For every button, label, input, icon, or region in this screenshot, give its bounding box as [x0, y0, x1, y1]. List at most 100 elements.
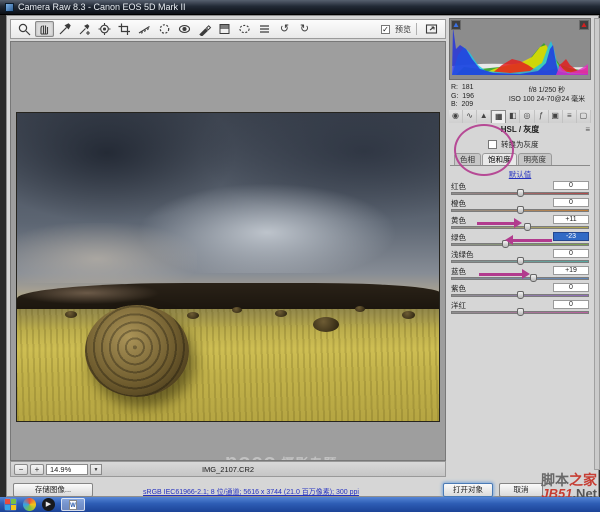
- panel-title: HSL / 灰度: [449, 124, 591, 136]
- hay-bale: [65, 311, 77, 318]
- rgb-readout: R: 181 G: 196 B: 209: [451, 84, 503, 110]
- preview-checkbox[interactable]: ✓: [381, 25, 390, 34]
- fullscreen-toggle-icon[interactable]: [422, 21, 441, 37]
- toolbar-right-group: ✓ 预览: [381, 21, 441, 37]
- slider-magenta-handle[interactable]: [517, 308, 524, 316]
- grayscale-checkbox[interactable]: [488, 140, 497, 149]
- camera-raw-dialog: ↺ ↻ ✓ 预览: [6, 15, 599, 497]
- spot-removal-tool-icon[interactable]: [155, 21, 174, 37]
- iso-lens-label: ISO 100 24-70@24 毫米: [504, 95, 590, 104]
- straighten-tool-icon[interactable]: [135, 21, 154, 37]
- poco-watermark: poco 摄影专题 http://photo.poco.cn/: [225, 452, 385, 461]
- panel-menu-icon[interactable]: ≡: [585, 124, 590, 136]
- filename-label: IMG_2107.CR2: [202, 465, 254, 474]
- slider-green: 绿色 -23: [450, 232, 590, 249]
- browser-icon[interactable]: [23, 498, 36, 511]
- saturation-sliders: 红色 0 橙色 0 黄色 +11 绿色 -23: [450, 181, 590, 317]
- open-object-button[interactable]: 打开对象: [443, 483, 493, 497]
- subtab-luminance[interactable]: 明亮度: [518, 153, 553, 165]
- subtab-saturation[interactable]: 饱和度: [482, 153, 517, 165]
- hay-bale-medium: [313, 317, 339, 332]
- crop-tool-icon[interactable]: [115, 21, 134, 37]
- slider-yellow-handle[interactable]: [524, 223, 531, 231]
- preview-checkbox-label: 预览: [395, 24, 411, 35]
- zoom-tool-icon[interactable]: [15, 21, 34, 37]
- save-image-button[interactable]: 存储图像...: [13, 483, 93, 497]
- slider-blue: 蓝色 +19: [450, 266, 590, 283]
- media-player-icon[interactable]: ▶: [42, 498, 55, 511]
- slider-aqua-handle[interactable]: [517, 257, 524, 265]
- slider-yellow-value[interactable]: +11: [553, 215, 589, 224]
- zoom-in-button[interactable]: +: [30, 464, 44, 475]
- preferences-button-icon[interactable]: [255, 21, 274, 37]
- tab-tone-curve[interactable]: ∿: [463, 110, 477, 123]
- slider-purple-value[interactable]: 0: [553, 283, 589, 292]
- hay-bale: [275, 310, 287, 317]
- window-titlebar[interactable]: Camera Raw 8.3 - Canon EOS 5D Mark II: [0, 0, 600, 15]
- grass-field: [17, 309, 440, 422]
- slider-magenta: 洋红 0: [450, 300, 590, 317]
- slider-red: 红色 0: [450, 181, 590, 198]
- targeted-adjustment-tool-icon[interactable]: [95, 21, 114, 37]
- slider-aqua-value[interactable]: 0: [553, 249, 589, 258]
- slider-orange-value[interactable]: 0: [553, 198, 589, 207]
- tab-split-toning[interactable]: ◧: [506, 110, 520, 123]
- color-sampler-tool-icon[interactable]: [75, 21, 94, 37]
- zoom-strip: − + 14.9% ▼ IMG_2107.CR2: [10, 461, 446, 477]
- default-values-link[interactable]: 默认值: [448, 169, 592, 180]
- histogram: [449, 18, 591, 80]
- screenshot-stage: Camera Raw 8.3 - Canon EOS 5D Mark II: [0, 0, 600, 512]
- adjustments-panel: R: 181 G: 196 B: 209 f/8 1/250 秒 ISO 100…: [448, 18, 592, 470]
- hay-bale-large: [85, 305, 189, 397]
- start-button-icon[interactable]: [4, 498, 17, 511]
- poco-logo-text: poco: [225, 451, 277, 461]
- tab-detail[interactable]: ▲: [477, 110, 491, 123]
- slider-aqua: 浅绿色 0: [450, 249, 590, 266]
- slider-green-value[interactable]: -23: [553, 232, 589, 241]
- tab-camera-calibration[interactable]: ▣: [549, 110, 563, 123]
- cancel-button[interactable]: 取消: [499, 483, 543, 497]
- red-eye-tool-icon[interactable]: [175, 21, 194, 37]
- tab-lens-corrections[interactable]: ◎: [520, 110, 534, 123]
- workflow-options-link[interactable]: sRGB IEC61966-2.1; 8 位/通道; 5616 x 3744 (…: [143, 487, 359, 497]
- tab-presets[interactable]: ≡: [563, 110, 577, 123]
- hay-bale: [402, 311, 415, 319]
- app-icon: [5, 3, 14, 12]
- slider-blue-value[interactable]: +19: [553, 266, 589, 275]
- slider-red-handle[interactable]: [517, 189, 524, 197]
- hay-bale: [355, 306, 365, 312]
- slider-blue-handle[interactable]: [530, 274, 537, 282]
- rotate-left-button-icon[interactable]: ↺: [275, 21, 294, 37]
- slider-red-value[interactable]: 0: [553, 181, 589, 190]
- zoom-out-button[interactable]: −: [14, 464, 28, 475]
- photo-canvas[interactable]: [16, 112, 440, 422]
- window-title: Camera Raw 8.3 - Canon EOS 5D Mark II: [18, 0, 186, 15]
- hand-tool-icon[interactable]: [35, 21, 54, 37]
- image-preview-pane[interactable]: poco 摄影专题 http://photo.poco.cn/: [10, 41, 446, 461]
- rotate-right-button-icon[interactable]: ↻: [295, 21, 314, 37]
- panel-tabstrip: ◉ ∿ ▲ ▦ ◧ ◎ ƒ ▣ ≡ ▢: [449, 110, 591, 123]
- tab-effects[interactable]: ƒ: [535, 110, 549, 123]
- zoom-level-value[interactable]: 14.9%: [46, 464, 88, 475]
- convert-to-grayscale-row: 转换为灰度: [488, 139, 539, 150]
- slider-magenta-value[interactable]: 0: [553, 300, 589, 309]
- radial-filter-tool-icon[interactable]: [235, 21, 254, 37]
- hills-band: [17, 283, 440, 309]
- tab-hsl-grayscale[interactable]: ▦: [491, 110, 506, 123]
- windows-taskbar: ▶ W: [0, 497, 600, 512]
- hsl-subtabs: 色相 饱和度 明亮度: [450, 153, 590, 166]
- white-balance-tool-icon[interactable]: [55, 21, 74, 37]
- subtab-hue[interactable]: 色相: [454, 153, 481, 165]
- g-value: 196: [462, 93, 474, 100]
- panel-scrollbar[interactable]: [594, 18, 600, 470]
- tab-snapshots[interactable]: ▢: [577, 110, 591, 123]
- r-value: 181: [462, 84, 474, 91]
- slider-orange-handle[interactable]: [517, 206, 524, 214]
- slider-green-handle[interactable]: [502, 240, 509, 248]
- slider-purple-handle[interactable]: [517, 291, 524, 299]
- graduated-filter-tool-icon[interactable]: [215, 21, 234, 37]
- adjustment-brush-tool-icon[interactable]: [195, 21, 214, 37]
- tab-basic[interactable]: ◉: [449, 110, 463, 123]
- zoom-dropdown-arrow-icon[interactable]: ▼: [90, 464, 102, 475]
- word-document-taskbar-button[interactable]: W: [61, 498, 85, 511]
